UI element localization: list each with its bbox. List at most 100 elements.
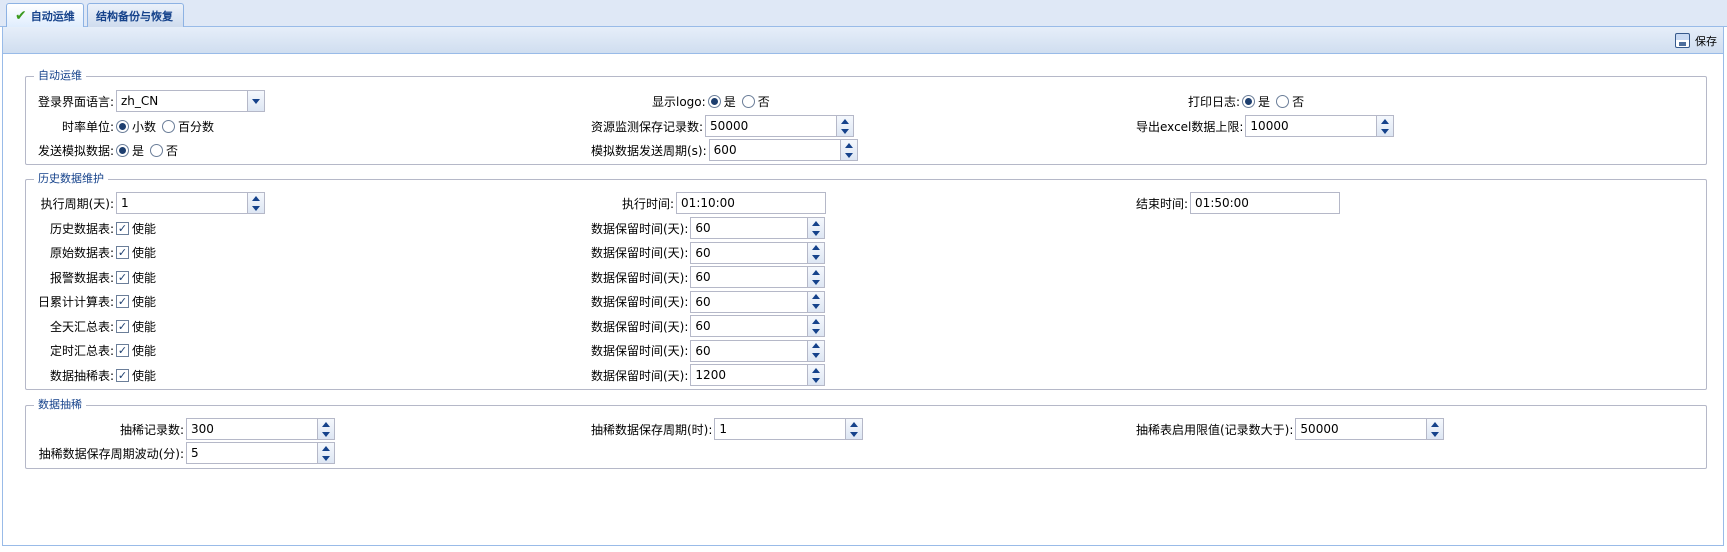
arrow-down-icon — [841, 128, 850, 134]
spinner[interactable] — [808, 290, 826, 313]
end-time-label: 结束时间: — [1136, 196, 1189, 211]
send-sim-row: 发送模拟数据: 是 否 — [38, 139, 182, 161]
table-name-label: 报警数据表: — [49, 270, 114, 285]
spinner[interactable] — [318, 442, 335, 464]
show-logo-yes-radio[interactable] — [707, 94, 721, 108]
exec-period-label: 执行周期(天): — [40, 196, 114, 211]
spinner[interactable] — [318, 418, 335, 440]
show-logo-label: 显示logo: — [652, 94, 706, 109]
exec-period-input[interactable]: 1 — [116, 192, 248, 214]
rate-unit-decimal-radio[interactable] — [116, 119, 129, 133]
spinner[interactable] — [840, 139, 858, 161]
retain-days-input[interactable]: 60 — [690, 217, 809, 239]
arrow-down-icon — [812, 328, 821, 334]
radio-label: 百分数 — [178, 119, 215, 134]
retain-days-input[interactable]: 60 — [690, 266, 809, 288]
enable-checkbox[interactable]: ✓ — [116, 246, 129, 259]
history-table-row: 日累计计算表: ✓ 使能 — [38, 291, 160, 313]
enable-checkbox[interactable]: ✓ — [116, 344, 129, 357]
sim-period-input[interactable]: 600 — [708, 139, 841, 161]
print-log-row: 打印日志: 是 否 — [1188, 90, 1308, 112]
login-language-combo[interactable]: zh_CN — [116, 90, 248, 112]
arrow-up-icon — [812, 269, 821, 275]
enable-checkbox[interactable]: ✓ — [116, 270, 129, 284]
enable-checkbox[interactable]: ✓ — [116, 221, 129, 235]
show-logo-no-radio[interactable] — [741, 94, 755, 108]
spinner[interactable] — [808, 315, 826, 337]
retain-days-input[interactable]: 60 — [690, 315, 809, 337]
arrow-up-icon — [322, 421, 330, 427]
fieldset-legend: 数据抽稀 — [34, 398, 86, 412]
retain-days-label: 数据保留时间(天): — [591, 221, 689, 236]
thin-records-input[interactable]: 300 — [186, 418, 318, 440]
send-sim-no-radio[interactable] — [150, 143, 164, 157]
print-log-yes-radio[interactable] — [1242, 94, 1256, 108]
spinner[interactable] — [1427, 418, 1445, 440]
checkmark-icon: ✓ — [117, 221, 128, 235]
retain-days-input[interactable]: 60 — [690, 290, 809, 313]
retain-days-row: 数据保留时间(天): 60 — [591, 339, 826, 362]
combo-trigger[interactable] — [248, 90, 265, 112]
arrow-up-icon — [812, 220, 821, 226]
fieldset-thinning: 数据抽稀 抽稀记录数: 300 抽稀数据保存周期(时): 1 抽稀表启用限值(记… — [25, 398, 1707, 469]
arrow-down-icon — [252, 205, 260, 211]
thin-save-period-row: 抽稀数据保存周期(时): 1 — [591, 418, 864, 440]
arrow-up-icon — [850, 421, 859, 427]
spinner[interactable] — [808, 339, 826, 362]
spinner[interactable] — [808, 364, 826, 386]
arrow-up-icon — [812, 245, 821, 250]
enable-label: 使能 — [132, 270, 157, 285]
print-log-no-radio[interactable] — [1276, 94, 1290, 108]
retain-days-label: 数据保留时间(天): — [591, 344, 689, 358]
monitor-records-input[interactable]: 50000 — [705, 115, 838, 137]
checkmark-icon: ✓ — [117, 344, 128, 357]
spinner[interactable] — [808, 266, 826, 288]
monitor-records-label: 资源监测保存记录数: — [591, 119, 704, 134]
thin-records-row: 抽稀记录数: 300 — [38, 418, 335, 440]
table-name-label: 全天汇总表: — [49, 319, 114, 334]
history-table-row: 原始数据表: ✓ 使能 — [38, 242, 160, 264]
save-button[interactable]: 保存 — [1675, 31, 1717, 50]
enable-checkbox[interactable]: ✓ — [116, 295, 129, 308]
thin-threshold-label: 抽稀表启用限值(记录数大于): — [1136, 422, 1294, 437]
tab-structure-backup[interactable]: 结构备份与恢复 — [87, 3, 184, 27]
retain-days-input[interactable]: 1200 — [690, 364, 809, 386]
thin-save-period-input[interactable]: 1 — [714, 418, 847, 440]
spinner[interactable] — [846, 418, 864, 440]
send-sim-label: 发送模拟数据: — [38, 143, 115, 158]
arrow-up-icon — [812, 343, 821, 348]
radio-label: 是 — [1258, 94, 1271, 109]
thin-fluctuation-row: 抽稀数据保存周期波动(分): 5 — [38, 442, 335, 464]
main-panel: 保存 自动运维 登录界面语言: zh_CN 显示logo: 是 否 打印日志: … — [2, 27, 1724, 546]
tab-auto-ops[interactable]: ✔ 自动运维 — [6, 3, 84, 28]
exec-time-input[interactable]: 01:10:00 — [676, 192, 827, 214]
toolbar: 保存 — [3, 27, 1723, 54]
thin-fluctuation-input[interactable]: 5 — [186, 442, 318, 464]
spinner[interactable] — [837, 115, 855, 137]
end-time-input[interactable]: 01:50:00 — [1190, 192, 1341, 214]
excel-limit-input[interactable]: 10000 — [1245, 115, 1378, 137]
arrow-down-icon — [812, 304, 821, 309]
thin-threshold-input[interactable]: 50000 — [1295, 418, 1428, 440]
history-table-row: 报警数据表: ✓ 使能 — [38, 266, 160, 288]
fieldset-legend: 历史数据维护 — [34, 172, 108, 186]
table-name-label: 历史数据表: — [49, 221, 114, 236]
radio-label: 小数 — [132, 119, 157, 134]
table-name-label: 日累计计算表: — [38, 295, 115, 309]
spinner[interactable] — [248, 192, 265, 214]
retain-days-label: 数据保留时间(天): — [591, 319, 689, 334]
enable-checkbox[interactable]: ✓ — [116, 368, 129, 382]
retain-days-row: 数据保留时间(天): 60 — [591, 315, 826, 337]
arrow-down-icon — [812, 279, 821, 285]
spinner[interactable] — [808, 217, 826, 239]
checkmark-icon: ✓ — [117, 368, 128, 382]
enable-checkbox[interactable]: ✓ — [116, 319, 129, 333]
retain-days-input[interactable]: 60 — [690, 241, 809, 264]
spinner[interactable] — [808, 241, 826, 264]
radio-label: 否 — [166, 143, 179, 158]
arrow-up-icon — [1431, 421, 1440, 427]
rate-unit-percent-radio[interactable] — [162, 119, 176, 133]
retain-days-input[interactable]: 60 — [690, 339, 809, 362]
spinner[interactable] — [1377, 115, 1395, 137]
send-sim-yes-radio[interactable] — [116, 143, 129, 157]
